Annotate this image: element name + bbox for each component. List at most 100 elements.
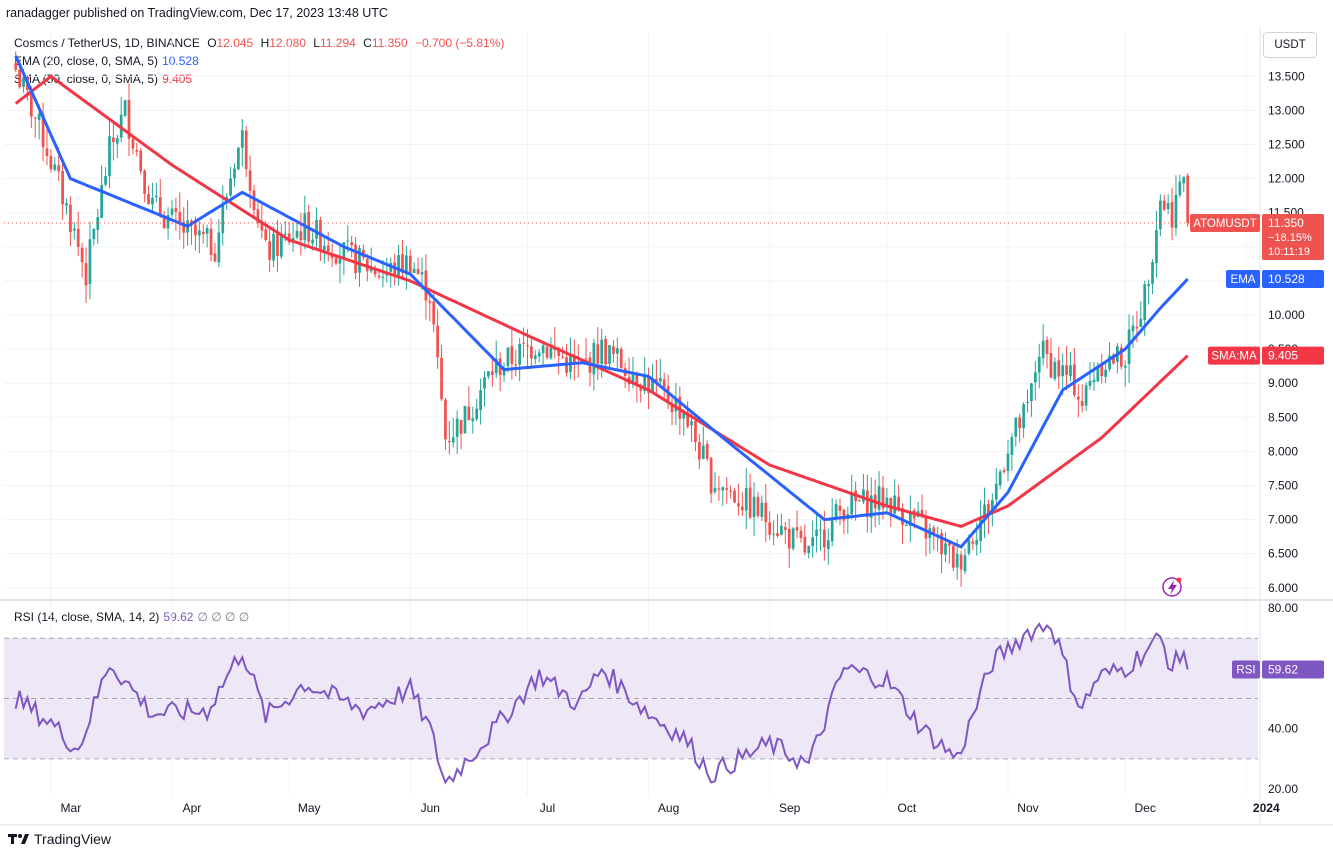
candle-body bbox=[783, 527, 787, 530]
price-tick-label: 7.000 bbox=[1268, 513, 1298, 527]
candle-body bbox=[823, 529, 826, 548]
candle-body bbox=[420, 272, 424, 275]
candle-body bbox=[1147, 284, 1150, 286]
candle-body bbox=[1010, 437, 1014, 455]
candle-body bbox=[752, 496, 756, 518]
candle-body bbox=[416, 268, 420, 275]
candle-body bbox=[600, 339, 604, 364]
candle-body bbox=[819, 529, 822, 531]
price-chart[interactable]: 6.0006.5007.0007.5008.0008.5009.0009.500… bbox=[0, 0, 1333, 853]
candle-body bbox=[53, 164, 57, 170]
rsi-tag: RSI 59.62 bbox=[1232, 660, 1324, 679]
candle-body bbox=[807, 545, 811, 554]
candle-body bbox=[1030, 383, 1033, 402]
candle-body bbox=[221, 203, 225, 234]
candle-body bbox=[479, 390, 482, 411]
candle-body bbox=[217, 232, 221, 263]
candle-body bbox=[826, 540, 830, 550]
candle-body bbox=[459, 419, 463, 434]
candle-body bbox=[1002, 470, 1006, 472]
candle-body bbox=[1080, 401, 1084, 406]
candle-body bbox=[737, 503, 740, 507]
candle-body bbox=[276, 232, 279, 256]
candle-body bbox=[1135, 326, 1139, 329]
price-tick-label: 7.500 bbox=[1268, 478, 1298, 492]
candle-body bbox=[1018, 417, 1022, 429]
candle-body bbox=[998, 471, 1002, 486]
candle-body bbox=[209, 228, 213, 256]
candle-body bbox=[951, 545, 955, 568]
candle-body bbox=[694, 420, 697, 443]
candle-body bbox=[1088, 380, 1092, 386]
candle-body bbox=[1143, 284, 1147, 320]
candle-body bbox=[264, 229, 268, 240]
candle-body bbox=[311, 239, 314, 244]
candle-body bbox=[768, 522, 772, 535]
candle-body bbox=[268, 241, 272, 260]
candle-body bbox=[740, 506, 744, 511]
candle-body bbox=[756, 496, 760, 516]
time-tick-label: Oct bbox=[898, 801, 917, 815]
candle-body bbox=[1131, 325, 1135, 332]
candle-body bbox=[205, 227, 209, 234]
candle-body bbox=[1186, 175, 1190, 223]
candle-body bbox=[279, 236, 283, 257]
candle-body bbox=[721, 487, 725, 491]
candle-body bbox=[772, 533, 775, 535]
candle-body bbox=[1178, 181, 1182, 196]
sma-tag-text: 9.405 bbox=[1268, 349, 1298, 363]
time-tick-label: Jul bbox=[540, 801, 555, 815]
time-tick-label: Dec bbox=[1135, 801, 1156, 815]
candle-body bbox=[428, 301, 432, 303]
candle-body bbox=[1069, 365, 1072, 377]
candle-body bbox=[697, 442, 701, 460]
candle-body bbox=[248, 170, 252, 191]
price-tick-label: 8.000 bbox=[1268, 444, 1298, 458]
tradingview-footer[interactable]: TradingView bbox=[8, 831, 111, 847]
rsi-tick-label: 40.00 bbox=[1268, 722, 1298, 736]
tradingview-logo-icon bbox=[8, 834, 29, 844]
candle-body bbox=[1033, 372, 1037, 383]
candle-body bbox=[838, 505, 842, 511]
candle-body bbox=[123, 100, 127, 116]
candle-body bbox=[811, 537, 815, 547]
candle-body bbox=[408, 255, 412, 274]
candle-body bbox=[1104, 369, 1108, 377]
candle-body bbox=[244, 130, 248, 170]
rsi-tag-text: 59.62 bbox=[1268, 662, 1298, 676]
candle-body bbox=[80, 247, 84, 263]
candle-body bbox=[948, 543, 951, 546]
candle-body bbox=[662, 379, 666, 388]
candle-body bbox=[733, 490, 736, 503]
candle-body bbox=[994, 483, 998, 500]
candle-body bbox=[1061, 365, 1065, 377]
candle-body bbox=[893, 495, 897, 514]
candle-body bbox=[658, 377, 662, 382]
candle-body bbox=[14, 62, 18, 70]
candle-body bbox=[1158, 200, 1162, 230]
ema-tag: EMA 10.528 bbox=[1226, 269, 1324, 288]
candle-body bbox=[463, 405, 467, 434]
candle-body bbox=[350, 242, 354, 246]
candle-body bbox=[791, 528, 795, 549]
time-tick-label: Jun bbox=[421, 801, 440, 815]
last-price-tag-text: 11.350 bbox=[1268, 216, 1304, 230]
candle-body bbox=[705, 443, 709, 459]
candle-body bbox=[154, 195, 158, 198]
candle-body bbox=[862, 489, 865, 502]
candle-body bbox=[178, 211, 182, 222]
candle-body bbox=[1123, 365, 1127, 368]
candle-body bbox=[233, 168, 236, 179]
candle-body bbox=[467, 406, 471, 421]
candle-body bbox=[1014, 417, 1018, 437]
candle-body bbox=[549, 347, 553, 359]
candle-body bbox=[506, 347, 510, 367]
candle-body bbox=[530, 346, 533, 359]
price-tick-label: 12.000 bbox=[1268, 172, 1305, 186]
candle-body bbox=[615, 348, 619, 354]
candle-body bbox=[455, 418, 459, 437]
candle-body bbox=[760, 502, 764, 517]
candle-body bbox=[18, 69, 21, 88]
candle-body bbox=[237, 147, 240, 170]
candle-body bbox=[584, 358, 588, 360]
